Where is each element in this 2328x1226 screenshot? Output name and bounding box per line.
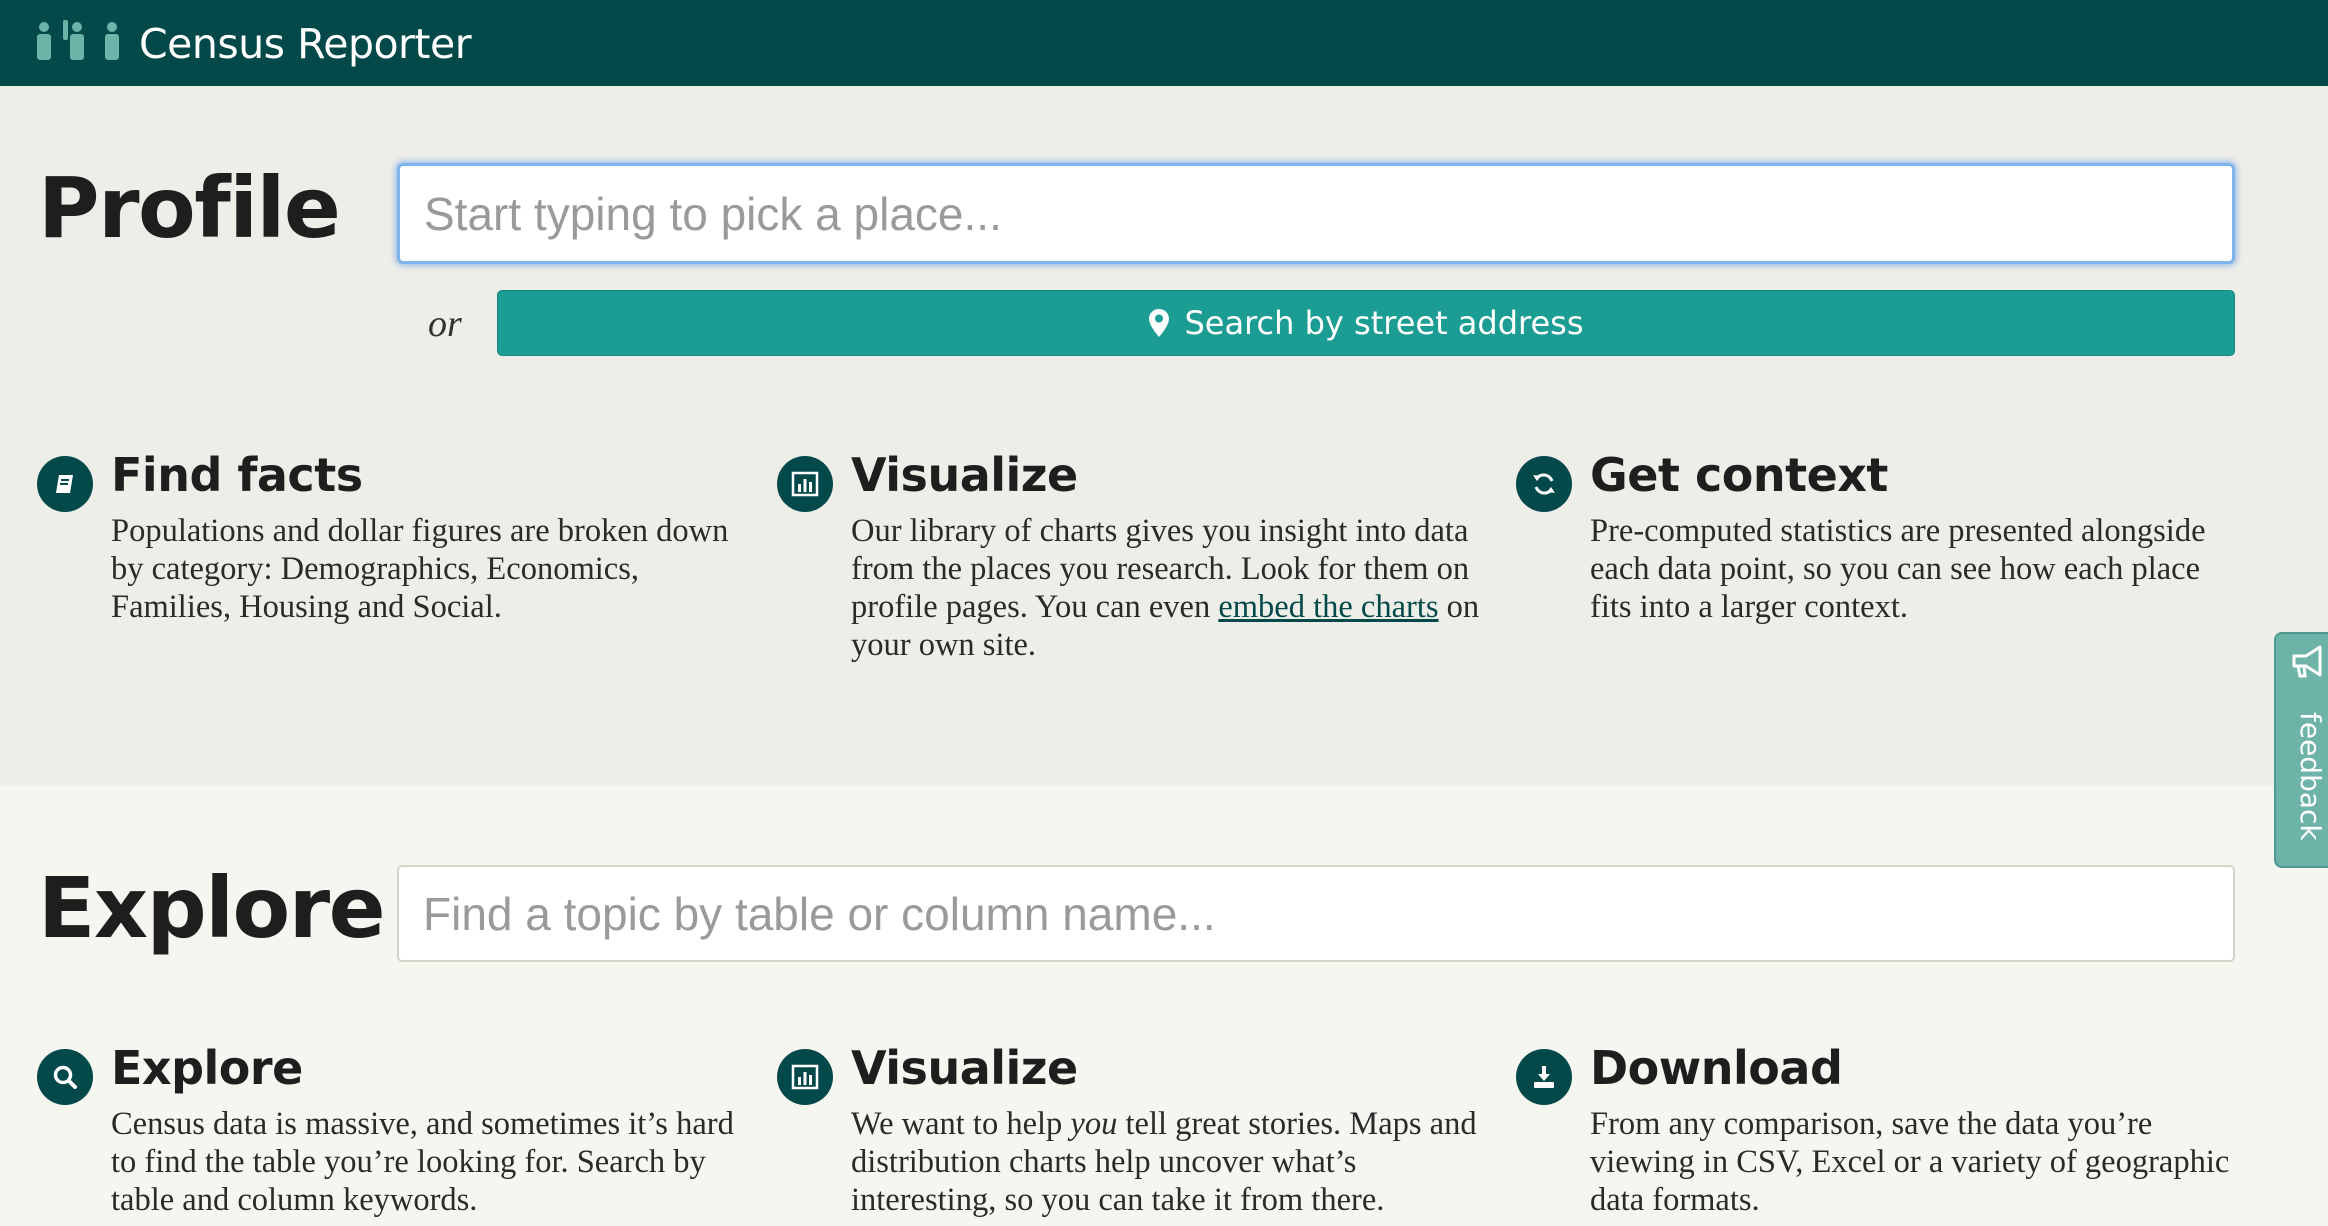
book-icon [37,456,93,512]
search-by-address-button[interactable]: Search by street address [497,290,2235,356]
feature-title: Explore [111,1041,303,1095]
download-icon [1516,1049,1572,1105]
people-group-icon[interactable] [36,18,128,62]
profile-heading: Profile [38,159,341,257]
explore-heading: Explore [38,859,386,957]
feature-title: Visualize [851,1041,1078,1095]
feedback-label: feedback [2294,712,2327,841]
feedback-tab[interactable]: feedback [2274,632,2328,868]
place-search-input[interactable] [397,163,2235,264]
feature-description: Census data is massive, and sometimes it… [111,1106,734,1218]
top-navigation-bar: Census Reporter [0,0,2328,86]
refresh-icon [1516,456,1572,512]
feature-description: Populations and dollar figures are broke… [111,513,729,625]
feature-title: Find facts [111,448,363,502]
bar-chart-icon [777,1049,833,1105]
feature-description: From any comparison, save the data you’r… [1590,1106,2230,1218]
site-title[interactable]: Census Reporter [139,18,472,70]
description-text: We want to help [851,1106,1071,1142]
feature-description: We want to help you tell great stories. … [851,1105,1491,1219]
or-label: or [428,303,462,345]
feature-description: Pre-computed statistics are presented al… [1590,513,2206,625]
search-icon [37,1049,93,1105]
bar-chart-icon [777,456,833,512]
feature-title: Visualize [851,448,1078,502]
map-marker-icon [1149,309,1170,337]
emphasis-text: you [1070,1106,1118,1142]
search-by-address-label: Search by street address [1184,304,1584,342]
feature-title: Download [1590,1041,1843,1095]
feature-description: Our library of charts gives you insight … [851,512,1491,664]
topic-search-input[interactable] [397,865,2235,962]
feature-title: Get context [1590,448,1888,502]
megaphone-icon [2292,645,2322,678]
embed-charts-link[interactable]: embed the charts [1218,589,1438,625]
